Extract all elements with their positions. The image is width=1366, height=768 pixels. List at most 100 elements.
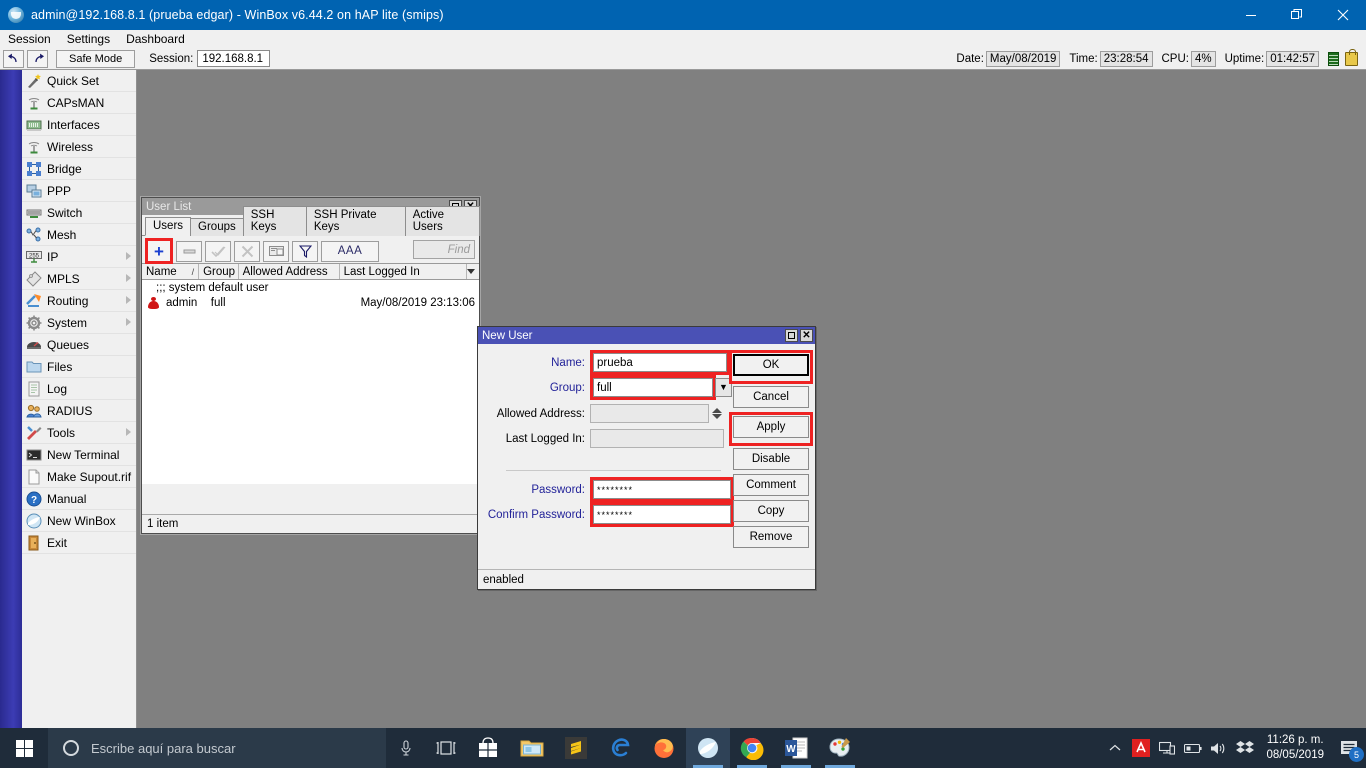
column-chooser[interactable]	[467, 264, 479, 279]
confirm-password-input[interactable]: ********	[593, 505, 731, 524]
remove-button[interactable]: Remove	[733, 526, 809, 548]
battery-icon[interactable]	[1180, 728, 1206, 768]
network-icon[interactable]	[1154, 728, 1180, 768]
password-input[interactable]: ********	[593, 480, 731, 499]
sort-indicator: /	[192, 267, 195, 277]
antenna-icon	[26, 139, 42, 155]
dropbox-icon[interactable]	[1232, 728, 1258, 768]
column-header-allowed-address[interactable]: Allowed Address	[239, 264, 340, 279]
copy-button[interactable]: Copy	[733, 500, 809, 522]
allowed-address-stepper[interactable]	[709, 404, 725, 423]
tab-groups[interactable]: Groups	[190, 218, 244, 236]
sidebar-item-log[interactable]: Log	[22, 378, 136, 400]
table-row[interactable]: adminfullMay/08/2019 23:13:06	[142, 295, 479, 310]
task-view-icon[interactable]	[426, 728, 466, 768]
restore-icon[interactable]	[1274, 0, 1320, 30]
ok-button[interactable]: OK	[733, 354, 809, 376]
sidebar-item-wireless[interactable]: Wireless	[22, 136, 136, 158]
sidebar-item-system[interactable]: System	[22, 312, 136, 334]
sidebar-item-manual[interactable]: ?Manual	[22, 488, 136, 510]
disable-user-button[interactable]	[234, 241, 260, 262]
gear-icon	[26, 315, 42, 331]
windows-start-icon[interactable]	[0, 728, 48, 768]
group-input[interactable]: full	[593, 378, 713, 397]
menu-dashboard[interactable]: Dashboard	[118, 31, 193, 48]
cancel-button[interactable]: Cancel	[733, 386, 809, 408]
comment-button[interactable]: Comment	[733, 474, 809, 496]
minimize-icon[interactable]	[1228, 0, 1274, 30]
find-input[interactable]: Find	[413, 240, 475, 259]
menu-settings[interactable]: Settings	[59, 31, 118, 48]
sidebar-item-mesh[interactable]: Mesh	[22, 224, 136, 246]
apply-button[interactable]: Apply	[733, 416, 809, 438]
word-icon[interactable]: W	[774, 728, 818, 768]
disable-button[interactable]: Disable	[733, 448, 809, 470]
enable-user-button[interactable]	[205, 241, 231, 262]
sidebar-item-make-supout-rif[interactable]: Make Supout.rif	[22, 466, 136, 488]
winbox-icon[interactable]	[686, 728, 730, 768]
aaa-button[interactable]: AAA	[321, 241, 379, 262]
column-header-last-logged-in[interactable]: Last Logged In	[340, 264, 467, 279]
comment-text: ;;; system default user	[156, 282, 269, 294]
sidebar-item-files[interactable]: Files	[22, 356, 136, 378]
sidebar-item-tools[interactable]: Tools	[22, 422, 136, 444]
chevron-right-icon	[126, 318, 131, 326]
ip-255-icon: 255	[26, 249, 42, 265]
sidebar-item-label: Quick Set	[47, 74, 99, 88]
comment-button[interactable]	[263, 241, 289, 262]
safe-mode-button[interactable]: Safe Mode	[56, 50, 135, 68]
action-center-icon[interactable]: 5	[1332, 728, 1366, 768]
allowed-address-input[interactable]	[590, 404, 709, 423]
sidebar-item-new-winbox[interactable]: New WinBox	[22, 510, 136, 532]
taskbar-clock[interactable]: 11:26 p. m. 08/05/2019	[1258, 733, 1332, 763]
sidebar-item-bridge[interactable]: Bridge	[22, 158, 136, 180]
routing-icon	[26, 293, 42, 309]
tab-users[interactable]: Users	[145, 217, 191, 236]
column-header-name[interactable]: Name /	[142, 264, 199, 279]
close-icon[interactable]	[1320, 0, 1366, 30]
menu-session[interactable]: Session	[0, 31, 59, 48]
sidebar-item-radius[interactable]: RADIUS	[22, 400, 136, 422]
chevron-up-icon[interactable]	[1102, 728, 1128, 768]
search-input[interactable]: Escribe aquí para buscar	[48, 728, 386, 768]
sidebar-item-routing[interactable]: Routing	[22, 290, 136, 312]
tab-ssh-private-keys[interactable]: SSH Private Keys	[306, 206, 406, 236]
microphone-icon[interactable]	[386, 728, 426, 768]
chrome-icon[interactable]	[730, 728, 774, 768]
volume-icon[interactable]	[1206, 728, 1232, 768]
sidebar-item-exit[interactable]: Exit	[22, 532, 136, 554]
sidebar-item-interfaces[interactable]: Interfaces	[22, 114, 136, 136]
restore-icon[interactable]	[785, 329, 798, 342]
table-row-comment[interactable]: ;;; system default user	[142, 280, 479, 295]
close-icon[interactable]: ✕	[800, 329, 813, 342]
add-user-button[interactable]: +	[145, 238, 173, 264]
sidebar-item-ppp[interactable]: PPP	[22, 180, 136, 202]
padlock-icon	[1345, 52, 1358, 66]
redo-arrow-icon[interactable]	[27, 50, 48, 68]
tab-ssh-keys[interactable]: SSH Keys	[243, 206, 307, 236]
new-user-titlebar: New User ✕	[478, 327, 815, 344]
sublime-text-icon[interactable]	[554, 728, 598, 768]
sidebar-item-queues[interactable]: Queues	[22, 334, 136, 356]
sidebar-item-ip[interactable]: 255IP	[22, 246, 136, 268]
sidebar-item-switch[interactable]: Switch	[22, 202, 136, 224]
plus-icon: +	[154, 243, 164, 260]
sidebar-item-quick-set[interactable]: Quick Set	[22, 70, 136, 92]
name-input[interactable]: prueba	[593, 353, 727, 372]
column-header-group[interactable]: Group	[199, 264, 239, 279]
sidebar-item-new-terminal[interactable]: New Terminal	[22, 444, 136, 466]
paint-icon[interactable]	[818, 728, 862, 768]
session-address-field[interactable]: 192.168.8.1	[197, 50, 270, 67]
avira-icon[interactable]	[1128, 728, 1154, 768]
sidebar-item-mpls[interactable]: MPLS	[22, 268, 136, 290]
tab-active-users[interactable]: Active Users	[405, 206, 480, 236]
sidebar-item-capsman[interactable]: CAPsMAN	[22, 92, 136, 114]
firefox-icon[interactable]	[642, 728, 686, 768]
network-card-icon	[26, 117, 42, 133]
microsoft-store-icon[interactable]	[466, 728, 510, 768]
filter-button[interactable]	[292, 241, 318, 262]
edge-icon[interactable]	[598, 728, 642, 768]
undo-arrow-icon[interactable]	[3, 50, 24, 68]
remove-user-button[interactable]	[176, 241, 202, 262]
file-explorer-icon[interactable]	[510, 728, 554, 768]
